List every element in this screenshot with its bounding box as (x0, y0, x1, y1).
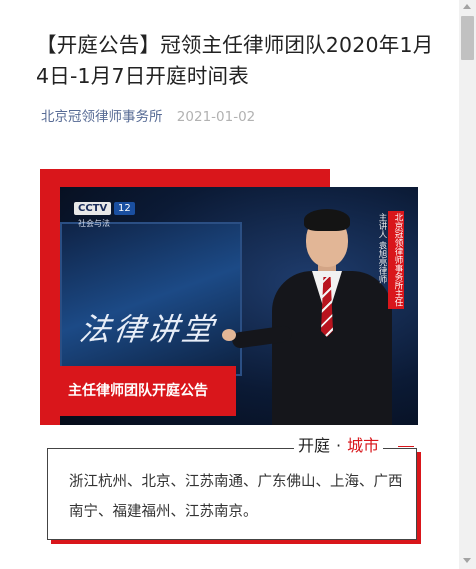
heading-dot: · (336, 436, 342, 455)
heading-prefix: 开庭 (298, 436, 331, 455)
scroll-down-arrow-icon[interactable] (463, 558, 471, 563)
heading-underline (398, 446, 414, 447)
author-link[interactable]: 北京冠领律师事务所 (41, 109, 163, 125)
heading-suffix: 城市 (347, 436, 380, 455)
vertical-scrollbar[interactable] (459, 0, 476, 569)
presenter-title: 北京冠领律师事务所主任 (388, 211, 404, 309)
cctv-logo: CCTV (74, 202, 112, 215)
publish-date: 2021-01-02 (176, 109, 256, 125)
scroll-up-arrow-icon[interactable] (463, 4, 471, 9)
article-meta: 北京冠领律师事务所 2021-01-02 (41, 105, 255, 125)
channel-number-badge: 12 (114, 202, 135, 215)
cities-list: 浙江杭州、北京、江苏南通、广东佛山、上海、广西南宁、福建福州、江苏南京。 (69, 474, 403, 520)
article-title: 【开庭公告】冠领主任律师团队2020年1月4日-1月7日开庭时间表 (36, 33, 434, 88)
channel-name: 社会与法 (78, 219, 110, 228)
announcement-banner: 主任律师团队开庭公告 (40, 366, 236, 416)
cities-heading: 开庭 · 城市 (294, 433, 384, 459)
article-content: 【开庭公告】冠领主任律师团队2020年1月4日-1月7日开庭时间表 北京冠领律师… (0, 0, 459, 569)
program-title-calligraphy: 法律讲堂 (76, 312, 219, 348)
tv-screen: 法律讲堂 (60, 222, 242, 376)
presenter-name: 主讲人 袁旭亮律师 (377, 213, 387, 284)
scrollbar-thumb[interactable] (461, 16, 474, 60)
presenter-caption: 主讲人 袁旭亮律师 北京冠领律师事务所主任 (376, 211, 412, 311)
